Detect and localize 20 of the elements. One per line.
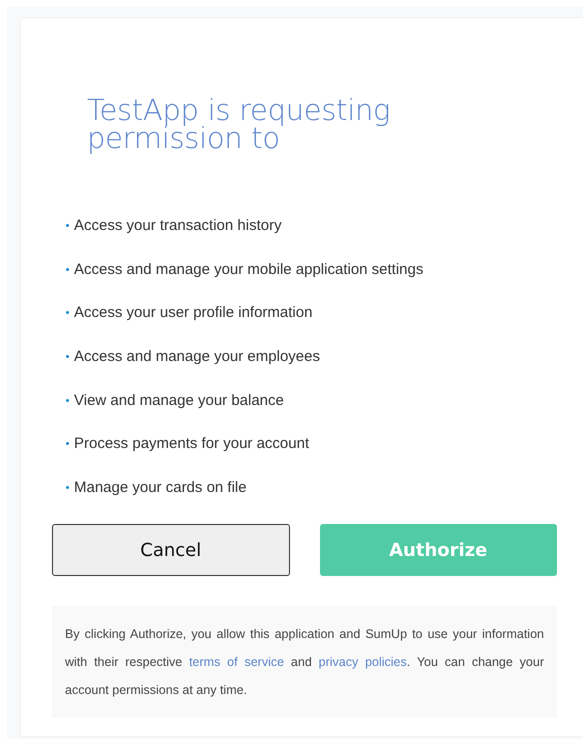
policy-link[interactable]: privacy policies <box>318 655 407 670</box>
cancel-button[interactable]: Cancel <box>52 524 290 576</box>
permission-text: View and manage your balance <box>74 392 284 409</box>
bullet-icon <box>66 355 69 358</box>
permission-text: Access your transaction history <box>74 217 282 234</box>
permission-text: Manage your cards on file <box>74 478 247 496</box>
page-title: TestApp is requesting permission to <box>87 96 392 152</box>
bullet-icon <box>66 486 69 489</box>
permission-text: Access and manage your mobile application settings <box>74 260 424 278</box>
policy-link[interactable]: terms of service <box>189 655 284 670</box>
authorize-button[interactable]: Authorize <box>320 524 557 576</box>
bullet-icon <box>66 224 69 228</box>
bullet-icon <box>66 442 69 446</box>
bullet-icon <box>66 398 69 402</box>
consent-notice: By clicking Authorize, you allow this application and SumUp to use your information with their respective terms of service and privacy policies. You can change your account permissions at any time. <box>65 626 544 700</box>
permission-text: Access and manage your employees <box>74 348 320 366</box>
bullet-icon <box>66 268 69 271</box>
bullet-icon <box>66 311 69 314</box>
permission-text: Access your user profile information <box>74 304 312 322</box>
permission-text: Process payments for your account <box>74 435 310 452</box>
